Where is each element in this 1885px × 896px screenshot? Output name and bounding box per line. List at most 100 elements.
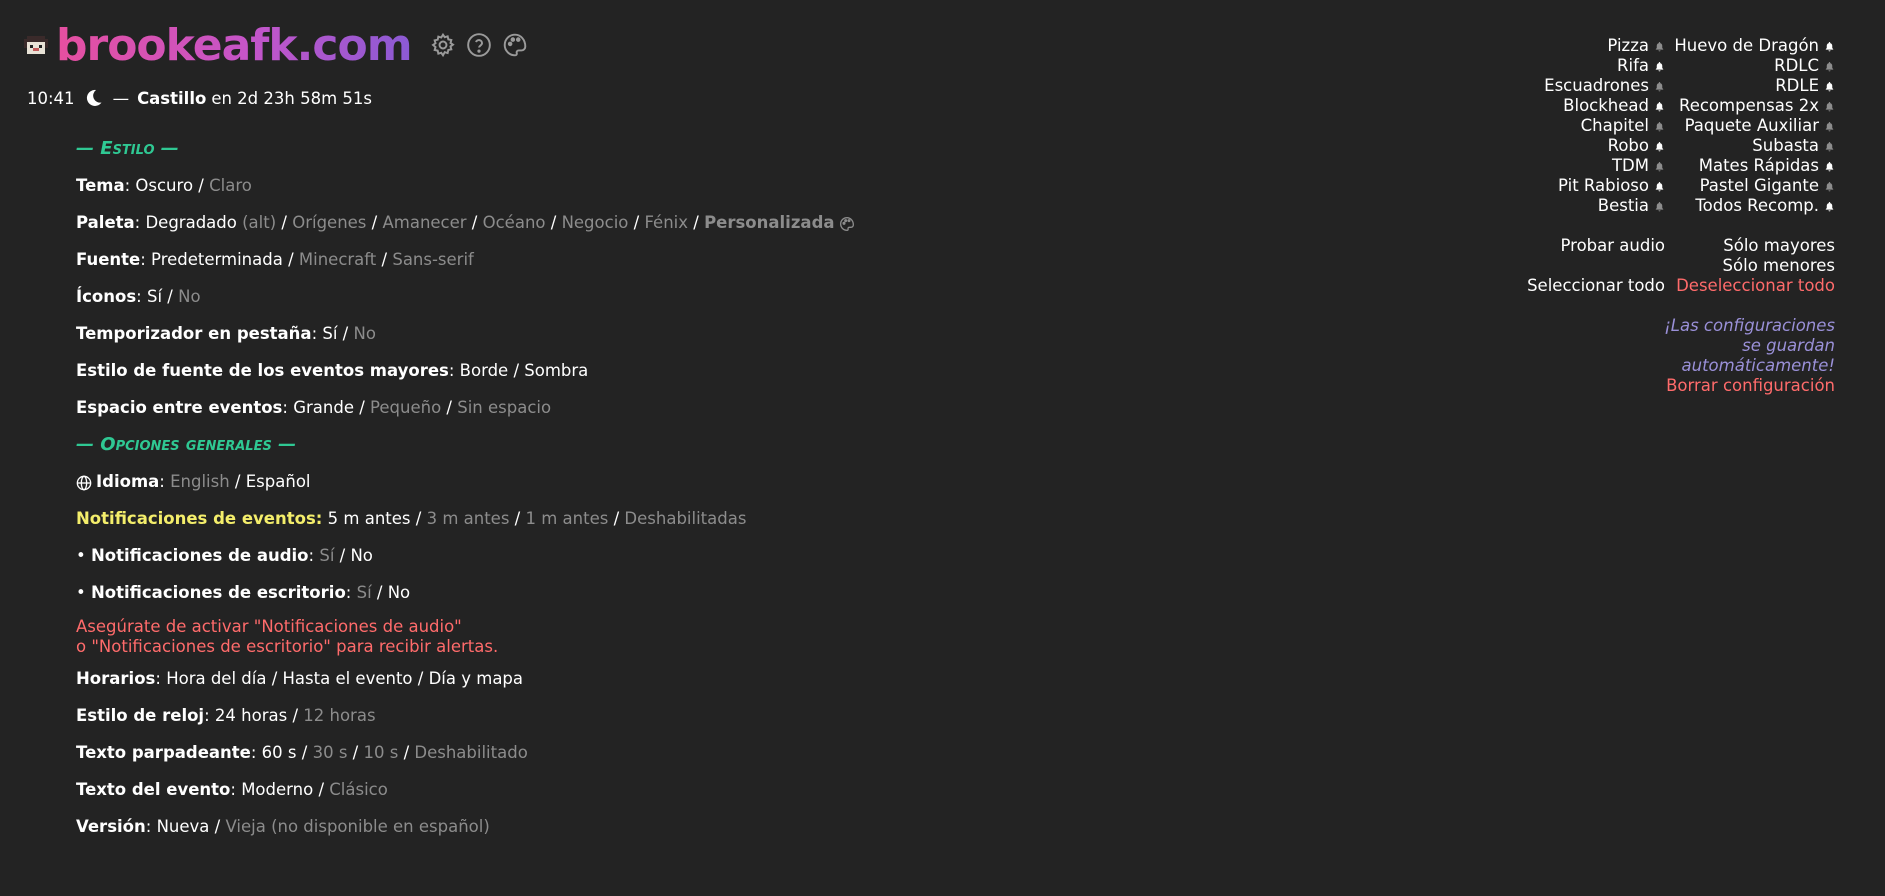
option-1m[interactable]: 1 m antes [526, 509, 609, 528]
option-24h[interactable]: 24 horas [215, 706, 287, 725]
test-audio-button[interactable]: Probar audio [1535, 236, 1665, 256]
major-only-button[interactable]: Sólo mayores [1665, 236, 1835, 256]
site-title[interactable]: brookeafk.com [56, 20, 413, 71]
option-si[interactable]: Sí [147, 287, 162, 306]
event-toggle[interactable]: Subasta [1752, 136, 1835, 155]
option-no[interactable]: No [388, 583, 410, 602]
event-name: Pizza [1607, 36, 1649, 55]
autosave-line-1: ¡Las configuraciones [1664, 316, 1835, 335]
option-negocio[interactable]: Negocio [562, 213, 629, 232]
event-toggle[interactable]: Todos Recomp. [1695, 196, 1835, 215]
bell-icon [1825, 82, 1834, 92]
event-toggle[interactable]: Bestia [1598, 196, 1665, 215]
option-dia-y-mapa[interactable]: Día y mapa [429, 669, 523, 688]
setting-label: Horarios [76, 669, 156, 688]
option-no[interactable]: No [178, 287, 200, 306]
palette-icon[interactable] [502, 32, 528, 58]
option-borde[interactable]: Borde [460, 361, 509, 380]
option-deshabilitadas[interactable]: Deshabilitadas [624, 509, 746, 528]
option-10s[interactable]: 10 s [363, 743, 398, 762]
deselect-all-button[interactable]: Deseleccionar todo [1665, 276, 1835, 296]
option-personalizada[interactable]: Personalizada [704, 213, 834, 232]
setting-label: Notificaciones de audio [90, 546, 309, 565]
select-all-button[interactable]: Seleccionar todo [1505, 276, 1665, 296]
settings-gear-icon[interactable] [430, 32, 456, 58]
setting-estilo-fuente: Estilo de fuente de los eventos mayores:… [76, 361, 589, 380]
event-toggle[interactable]: Robo [1608, 136, 1665, 155]
setting-notificaciones: Notificaciones de eventos: 5 m antes / 3… [76, 509, 747, 528]
creeper-avatar-icon[interactable] [24, 33, 48, 57]
option-minecraft[interactable]: Minecraft [299, 250, 376, 269]
event-toggle[interactable]: Mates Rápidas [1699, 156, 1835, 175]
option-30s[interactable]: 30 s [313, 743, 348, 762]
option-fenix[interactable]: Fénix [644, 213, 688, 232]
event-toggle[interactable]: Rifa [1617, 56, 1665, 75]
option-no[interactable]: No [354, 324, 376, 343]
option-no[interactable]: No [350, 546, 372, 565]
palette-icon[interactable] [839, 216, 855, 232]
option-predeterminada[interactable]: Predeterminada [151, 250, 283, 269]
event-row: Bestia Todos Recomp. [1535, 196, 1835, 216]
option-nueva[interactable]: Nueva [157, 817, 210, 836]
event-toggle[interactable]: Chapitel [1581, 116, 1665, 135]
option-5m[interactable]: 5 m antes [328, 509, 411, 528]
option-pequeno[interactable]: Pequeño [370, 398, 441, 417]
option-sans-serif[interactable]: Sans-serif [392, 250, 474, 269]
event-toggle[interactable]: Pizza [1607, 36, 1665, 55]
event-toggle[interactable]: Escuadrones [1544, 76, 1665, 95]
option-oceano[interactable]: Océano [483, 213, 546, 232]
option-espanol[interactable]: Español [246, 472, 311, 491]
option-alt-note[interactable]: (alt) [242, 213, 276, 232]
option-60s[interactable]: 60 s [262, 743, 297, 762]
event-toggle[interactable]: RDLC [1774, 56, 1835, 75]
event-toggle[interactable]: Pit Rabioso [1558, 176, 1665, 195]
help-question-icon[interactable] [466, 32, 492, 58]
option-3m[interactable]: 3 m antes [427, 509, 510, 528]
option-hasta-el-evento[interactable]: Hasta el evento [283, 669, 413, 688]
event-name: Chapitel [1580, 116, 1649, 135]
option-sin-espacio[interactable]: Sin espacio [457, 398, 551, 417]
bell-icon [1825, 162, 1834, 172]
option-si[interactable]: Sí [322, 324, 337, 343]
option-vieja[interactable]: Vieja (no disponible en español) [225, 817, 489, 836]
option-si[interactable]: Sí [357, 583, 372, 602]
event-name: Blockhead [1563, 96, 1649, 115]
event-row: Robo Subasta [1535, 136, 1835, 156]
reset-settings-button[interactable]: Borrar configuración [1664, 376, 1835, 396]
event-toggle[interactable]: RDLE [1775, 76, 1835, 95]
event-toggle[interactable]: Huevo de Dragón [1674, 36, 1835, 55]
option-amanecer[interactable]: Amanecer [382, 213, 466, 232]
event-toggle[interactable]: Blockhead [1563, 96, 1665, 115]
bell-icon [1825, 42, 1834, 52]
event-row: Blockhead Recompensas 2x [1535, 96, 1835, 116]
event-controls: Probar audio Sólo mayores Sólo menores S… [1527, 236, 1835, 296]
option-moderno[interactable]: Moderno [241, 780, 313, 799]
minor-only-button[interactable]: Sólo menores [1665, 256, 1835, 276]
event-toggle[interactable]: TDM [1612, 156, 1665, 175]
setting-label: Estilo de fuente de los eventos mayores [76, 361, 449, 380]
globe-icon [76, 475, 92, 490]
option-origenes[interactable]: Orígenes [292, 213, 366, 232]
event-name: Huevo de Dragón [1674, 36, 1819, 55]
event-name: RDLE [1775, 76, 1819, 95]
next-event-name: Castillo [137, 88, 207, 108]
setting-paleta: Paleta: Degradado (alt) / Orígenes / Ama… [76, 204, 976, 241]
event-toggle[interactable]: Paquete Auxiliar [1685, 116, 1835, 135]
setting-label: Texto parpadeante [76, 743, 251, 762]
option-sombra[interactable]: Sombra [524, 361, 588, 380]
option-hora-del-dia[interactable]: Hora del día [166, 669, 266, 688]
option-claro[interactable]: Claro [209, 176, 252, 195]
option-deshabilitado[interactable]: Deshabilitado [414, 743, 527, 762]
option-si[interactable]: Sí [319, 546, 334, 565]
option-grande[interactable]: Grande [293, 398, 354, 417]
event-name: Pit Rabioso [1558, 176, 1649, 195]
option-oscuro[interactable]: Oscuro [135, 176, 193, 195]
event-toggle[interactable]: Pastel Gigante [1700, 176, 1835, 195]
option-degradado[interactable]: Degradado [145, 213, 236, 232]
option-12h[interactable]: 12 horas [303, 706, 375, 725]
bell-icon [1655, 162, 1664, 172]
option-clasico[interactable]: Clásico [329, 780, 388, 799]
option-english[interactable]: English [170, 472, 230, 491]
bell-icon [1825, 102, 1834, 112]
event-toggle[interactable]: Recompensas 2x [1679, 96, 1835, 115]
